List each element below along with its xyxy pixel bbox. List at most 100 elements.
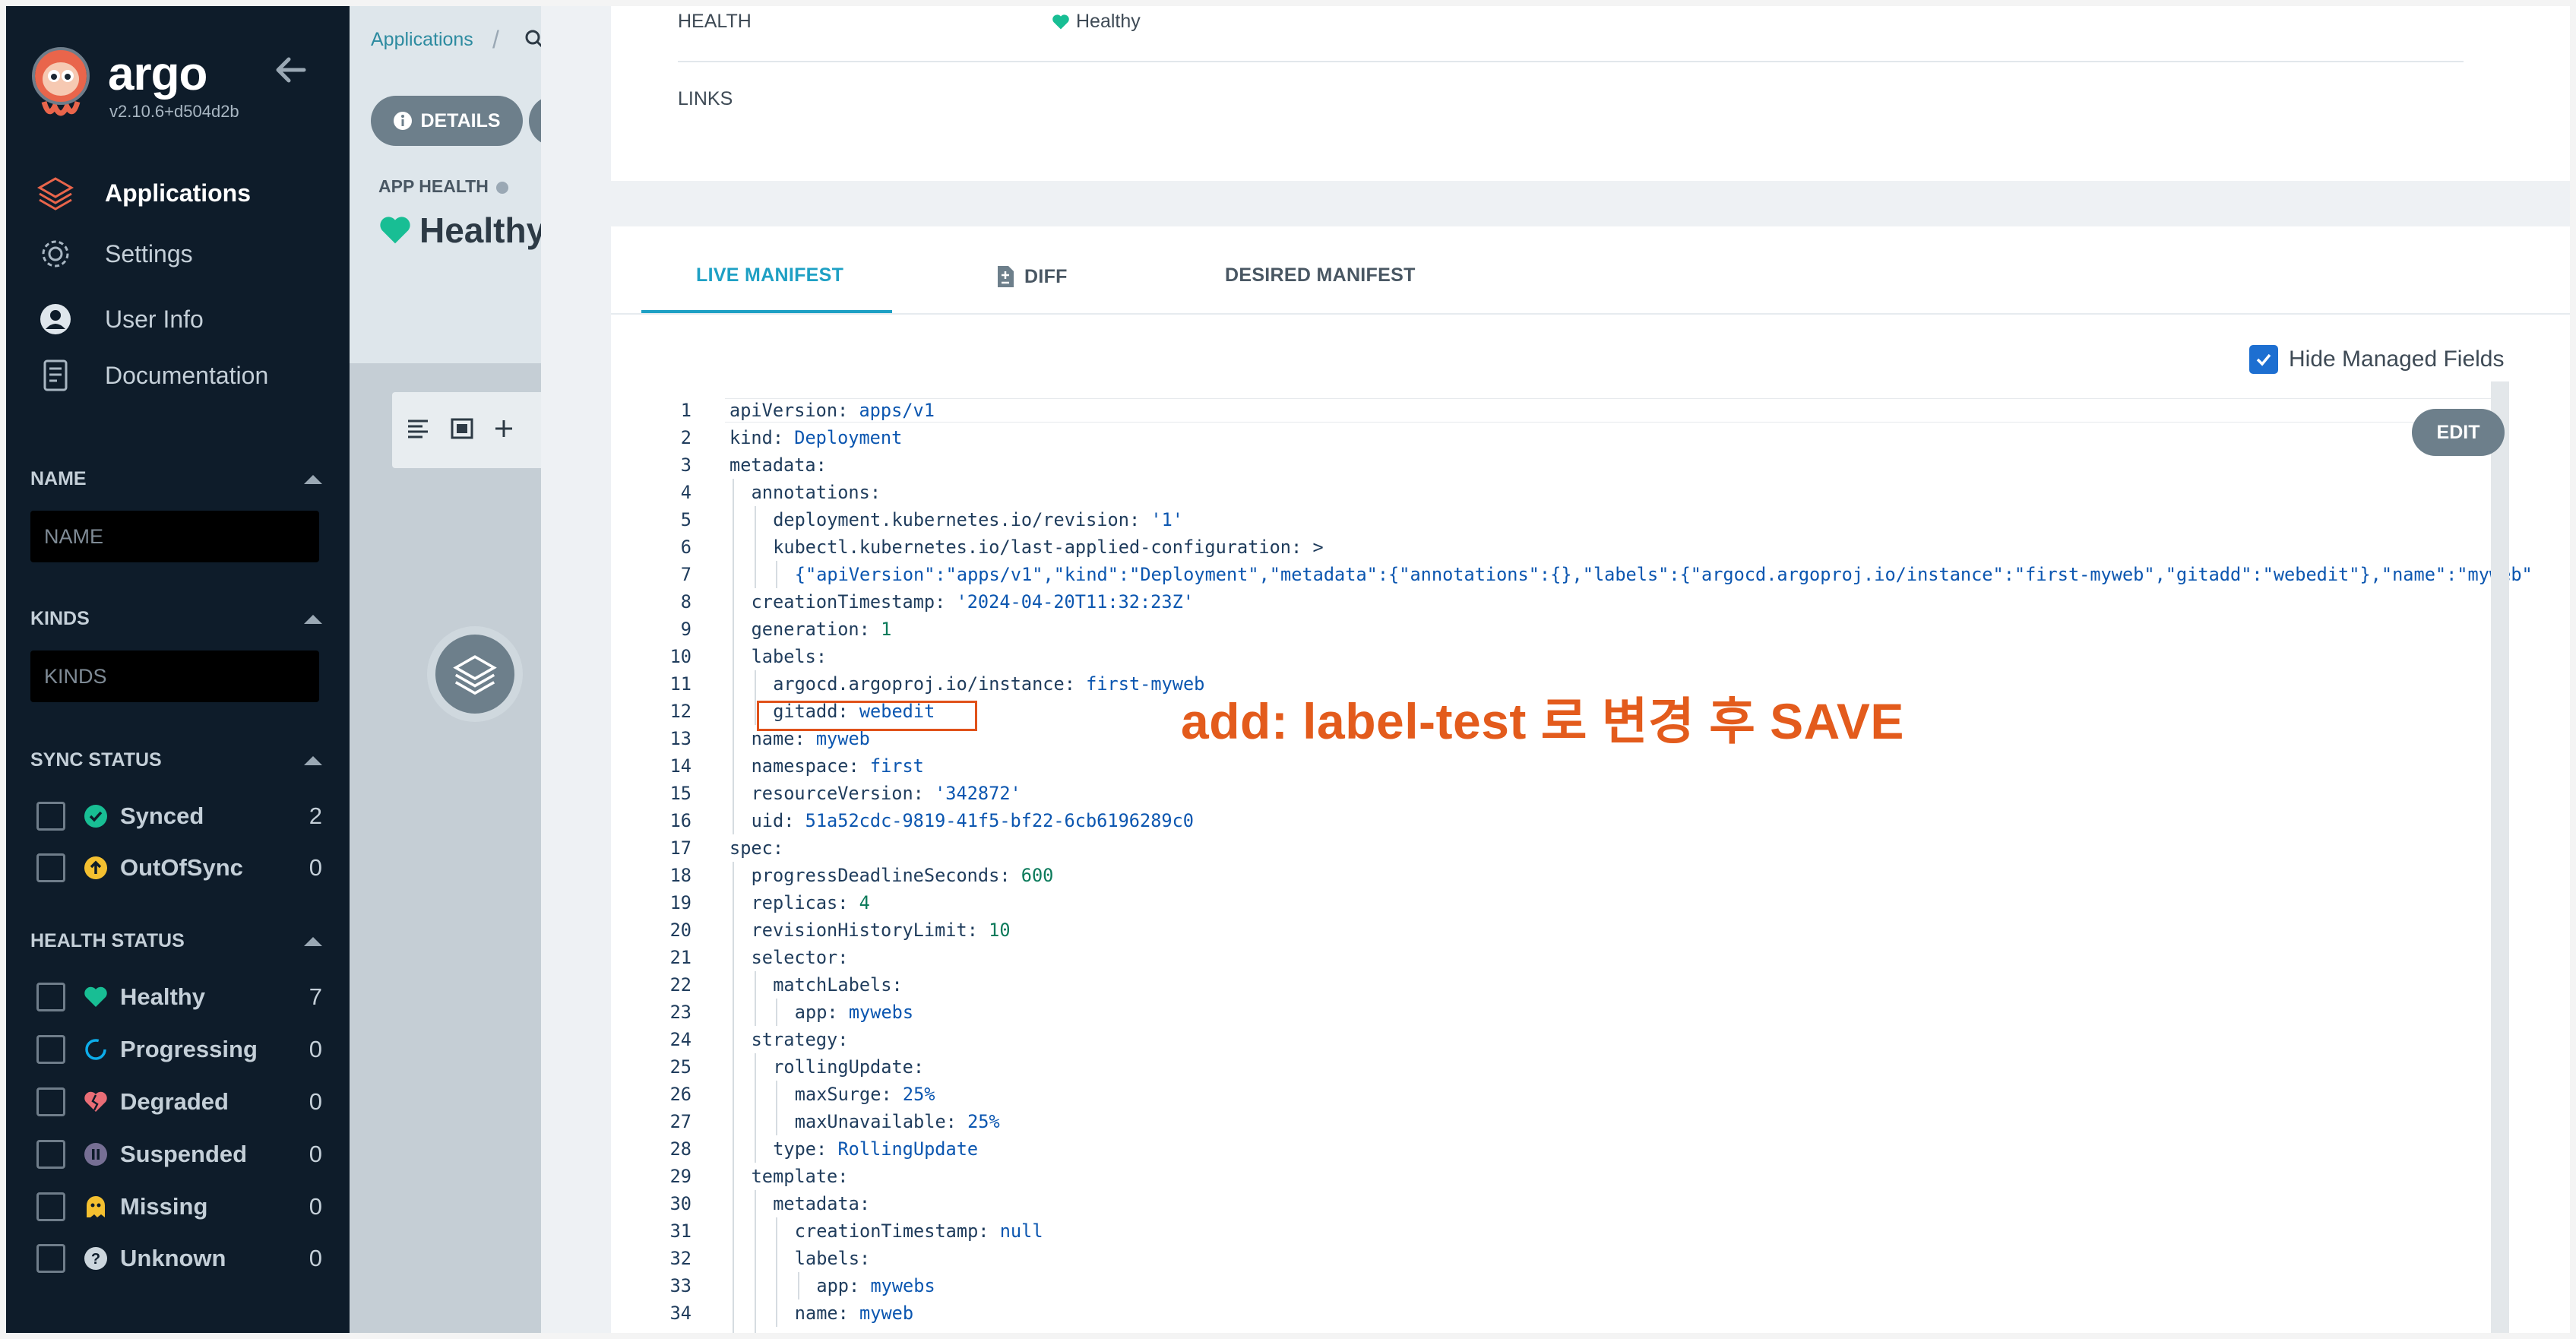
document-icon [36, 356, 74, 394]
nav-applications[interactable]: Applications [36, 170, 251, 216]
line-number: 9 [680, 619, 691, 640]
indent-guide [776, 999, 778, 1026]
tab-diff[interactable]: DIFF [995, 264, 1068, 289]
editor-scrollbar[interactable] [2491, 381, 2509, 1333]
line-number: 16 [669, 810, 691, 831]
filter-outofsync[interactable]: OutOfSync 0 [36, 848, 322, 888]
indent-guide [754, 1272, 756, 1299]
kinds-filter-header[interactable]: KINDS [30, 608, 322, 630]
indent-guide [733, 862, 734, 889]
heart-icon [84, 985, 108, 1009]
collapse-triangle-icon[interactable] [304, 474, 322, 484]
checkbox[interactable] [36, 1140, 65, 1169]
app-health-label: APP HEALTH [378, 176, 509, 197]
checkbox[interactable] [36, 1035, 65, 1064]
checkbox[interactable] [36, 983, 65, 1011]
checkbox[interactable] [36, 853, 65, 882]
line-content: type: RollingUpdate [773, 1138, 979, 1160]
indent-guide [733, 725, 734, 752]
filter-progressing[interactable]: Progressing 0 [36, 1030, 322, 1069]
filter-title: KINDS [30, 608, 90, 629]
edit-button[interactable]: EDIT [2412, 409, 2505, 456]
nav-user-info[interactable]: User Info [36, 296, 204, 342]
checkbox[interactable] [36, 802, 65, 831]
layers-icon [36, 174, 74, 212]
app-node[interactable] [427, 626, 523, 722]
nav-settings[interactable]: Settings [36, 231, 193, 277]
indent-guide [733, 1081, 734, 1108]
filter-title: HEALTH STATUS [30, 930, 185, 951]
line-content: app: mywebs [794, 1002, 914, 1023]
list-view-icon[interactable] [406, 417, 430, 444]
manifest-editor[interactable]: add: label-test 로 변경 후 SAVE 1 apiVersion:… [641, 381, 2540, 1333]
tab-desired-manifest[interactable]: DESIRED MANIFEST [1225, 264, 1416, 286]
line-number: 3 [680, 454, 691, 476]
line-content: metadata: [729, 454, 827, 476]
indent-guide [754, 999, 756, 1026]
filter-count: 0 [309, 1193, 322, 1220]
yaml-value: 1 [881, 619, 892, 640]
code-line: 31 creationTimestamp: null [641, 1217, 2495, 1245]
indent-guide [754, 1245, 756, 1272]
line-content: annotations: [751, 482, 881, 503]
zoom-in-icon[interactable] [494, 419, 514, 442]
yaml-key: name [751, 728, 795, 749]
line-number: 13 [669, 728, 691, 749]
hide-managed-fields-toggle[interactable]: Hide Managed Fields [2249, 345, 2505, 374]
kinds-filter-input[interactable]: KINDS [30, 651, 319, 702]
filter-synced[interactable]: Synced 2 [36, 796, 322, 836]
checkbox[interactable] [36, 1192, 65, 1221]
name-filter-header[interactable]: NAME [30, 468, 322, 490]
filter-healthy[interactable]: Healthy 7 [36, 977, 322, 1017]
health-value: Healthy [1052, 11, 1141, 33]
code-line: 2 kind: Deployment [641, 424, 2495, 451]
checkbox-checked[interactable] [2249, 345, 2278, 374]
yaml-value: mywebs [870, 1275, 935, 1296]
checkbox[interactable] [36, 1244, 65, 1273]
health-status-header[interactable]: HEALTH STATUS [30, 930, 322, 952]
code-line: 20 revisionHistoryLimit: 10 [641, 916, 2495, 944]
indent-guide [733, 533, 734, 561]
line-content: deployment.kubernetes.io/revision: '1' [773, 509, 1183, 530]
breadcrumb-applications[interactable]: Applications [371, 29, 473, 51]
line-number: 29 [669, 1166, 691, 1187]
filter-unknown[interactable]: ? Unknown 0 [36, 1239, 322, 1278]
filter-title: NAME [30, 468, 87, 489]
help-icon[interactable] [496, 181, 509, 194]
pause-circle-icon [84, 1142, 108, 1166]
indent-guide [754, 533, 756, 561]
code-line: 19 replicas: 4 [641, 889, 2495, 916]
tab-live-manifest[interactable]: LIVE MANIFEST [696, 264, 843, 286]
collapse-arrow-icon[interactable] [274, 53, 307, 87]
indent-guide [733, 506, 734, 533]
checkbox[interactable] [36, 1087, 65, 1116]
filter-count: 0 [309, 1036, 322, 1062]
details-button[interactable]: DETAILS [371, 96, 523, 146]
filter-label: Suspended [120, 1141, 248, 1167]
indent-guide [776, 561, 778, 588]
indent-guide [733, 1163, 734, 1190]
collapse-triangle-icon[interactable] [304, 936, 322, 946]
indent-guide [733, 1327, 734, 1333]
code-line: 35 spec: [641, 1327, 2495, 1333]
nav-documentation[interactable]: Documentation [36, 353, 268, 398]
indent-guide [733, 780, 734, 807]
collapse-triangle-icon[interactable] [304, 755, 322, 765]
sync-status-header[interactable]: SYNC STATUS [30, 749, 322, 771]
name-filter-input[interactable]: NAME [30, 511, 319, 562]
filter-degraded[interactable]: Degraded 0 [36, 1082, 322, 1122]
indent-guide [733, 999, 734, 1026]
filter-missing[interactable]: Missing 0 [36, 1187, 322, 1227]
indent-guide [733, 1026, 734, 1053]
filter-label: OutOfSync [120, 854, 243, 881]
divider [678, 61, 2464, 62]
fit-view-icon[interactable] [450, 417, 474, 444]
line-number: 33 [669, 1275, 691, 1296]
collapse-triangle-icon[interactable] [304, 614, 322, 624]
argo-logo[interactable] [29, 46, 93, 122]
indent-guide [733, 1135, 734, 1163]
yaml-key: strategy [751, 1029, 838, 1050]
filter-suspended[interactable]: Suspended 0 [36, 1135, 322, 1174]
yaml-key: uid [751, 810, 784, 831]
yaml-key: kind [729, 427, 773, 448]
